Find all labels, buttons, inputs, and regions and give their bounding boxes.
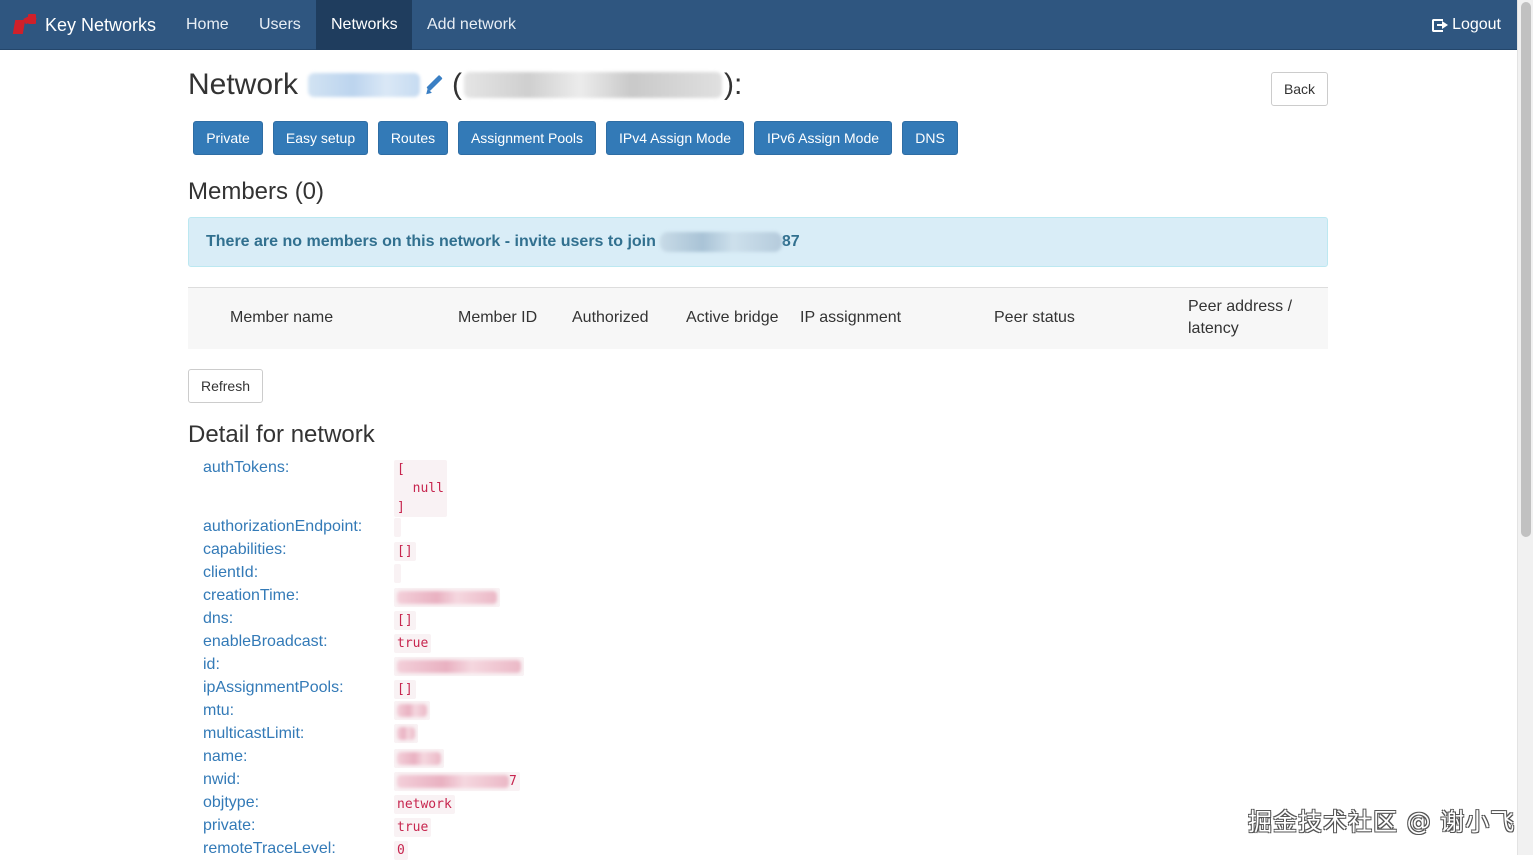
detail-key: dns: — [203, 610, 234, 627]
logout-icon — [1432, 18, 1449, 33]
col-authorized: Authorized — [572, 309, 649, 326]
private-button[interactable]: Private — [193, 121, 263, 155]
detail-key: authTokens: — [203, 459, 290, 476]
scrollbar-thumb[interactable] — [1521, 2, 1531, 537]
detail-key: capabilities: — [203, 541, 287, 558]
detail-value: [] — [394, 680, 416, 699]
members-table-header: Member name Member ID Authorized Active … — [188, 287, 1328, 349]
detail-value-redacted — [394, 724, 418, 743]
title-suffix: ): — [724, 68, 743, 101]
col-member-name: Member name — [230, 309, 334, 326]
nwid-tail: 7 — [509, 774, 517, 789]
col-ip-assignment: IP assignment — [800, 309, 902, 326]
detail-heading: Detail for network — [188, 421, 375, 448]
detail-key: remoteTraceLevel: — [203, 840, 336, 857]
col-peer-address-line1: Peer address / — [1188, 298, 1293, 315]
easy-setup-button[interactable]: Easy setup — [273, 121, 368, 155]
routes-button[interactable]: Routes — [378, 121, 448, 155]
detail-key: objtype: — [203, 794, 260, 811]
vertical-scrollbar[interactable] — [1517, 0, 1533, 855]
detail-key: private: — [203, 817, 256, 834]
ipv4-assign-mode-button[interactable]: IPv4 Assign Mode — [606, 121, 744, 155]
edit-pencil-icon[interactable] — [424, 74, 444, 97]
detail-key: id: — [203, 656, 220, 673]
detail-value: true — [394, 634, 432, 653]
detail-value-redacted — [394, 701, 430, 720]
alert-text: There are no members on this network - i… — [206, 233, 656, 250]
alert-tail: 87 — [781, 233, 800, 250]
col-active-bridge: Active bridge — [686, 309, 779, 326]
detail-key: ipAssignmentPools: — [203, 679, 344, 696]
dns-button[interactable]: DNS — [902, 121, 958, 155]
no-members-alert: There are no members on this network - i… — [188, 217, 1328, 267]
nav-users[interactable]: Users — [244, 0, 316, 50]
detail-key: authorizationEndpoint: — [203, 518, 363, 535]
detail-key: multicastLimit: — [203, 725, 305, 742]
detail-value — [394, 564, 401, 583]
redacted-network-id — [464, 72, 723, 98]
logo-icon — [12, 13, 38, 36]
assignment-pools-button[interactable]: Assignment Pools — [458, 121, 596, 155]
col-member-id: Member ID — [458, 309, 538, 326]
watermark: 掘金技术社区 @ 谢小飞 — [1248, 808, 1516, 836]
members-heading: Members (0) — [188, 178, 325, 205]
detail-value: 0 — [394, 841, 408, 860]
nav-home[interactable]: Home — [171, 0, 244, 50]
detail-key: name: — [203, 748, 248, 765]
back-button[interactable]: Back — [1271, 72, 1328, 106]
logout-label: Logout — [1452, 16, 1501, 33]
detail-value-redacted — [394, 657, 524, 676]
detail-key: enableBroadcast: — [203, 633, 328, 650]
refresh-button[interactable]: Refresh — [188, 369, 263, 403]
brand-link[interactable]: Key Networks — [12, 0, 157, 50]
detail-key: mtu: — [203, 702, 235, 719]
detail-key: creationTime: — [203, 587, 300, 604]
ipv6-assign-mode-button[interactable]: IPv6 Assign Mode — [754, 121, 892, 155]
detail-value-redacted — [394, 588, 500, 607]
logout-link[interactable]: Logout — [1432, 0, 1501, 50]
col-peer-address-line2: latency — [1188, 320, 1239, 337]
detail-key: clientId: — [203, 564, 259, 581]
nav-networks[interactable]: Networks — [316, 0, 412, 50]
col-peer-status: Peer status — [994, 309, 1075, 326]
detail-value: [] — [394, 542, 416, 561]
detail-value: network — [394, 795, 455, 814]
brand-label: Key Networks — [45, 14, 157, 35]
col-peer-address: Peer address / latency — [1188, 296, 1292, 340]
nav-add-network[interactable]: Add network — [412, 0, 531, 50]
redacted-network-name[interactable] — [308, 73, 421, 97]
detail-value: [] — [394, 611, 416, 630]
page-title: Network ( ): — [188, 68, 742, 102]
detail-key: nwid: — [203, 771, 241, 788]
title-prefix: Network — [188, 68, 299, 101]
top-navbar: Key Networks Home Users Networks Add net… — [0, 0, 1517, 50]
title-paren-open: ( — [452, 68, 463, 101]
redacted-network-id-alert — [659, 232, 782, 252]
detail-value — [394, 518, 401, 537]
detail-value: [ null ] — [394, 460, 447, 517]
detail-value: true — [394, 818, 432, 837]
detail-value-nwid: 7 — [394, 772, 520, 791]
detail-value-redacted — [394, 749, 444, 768]
